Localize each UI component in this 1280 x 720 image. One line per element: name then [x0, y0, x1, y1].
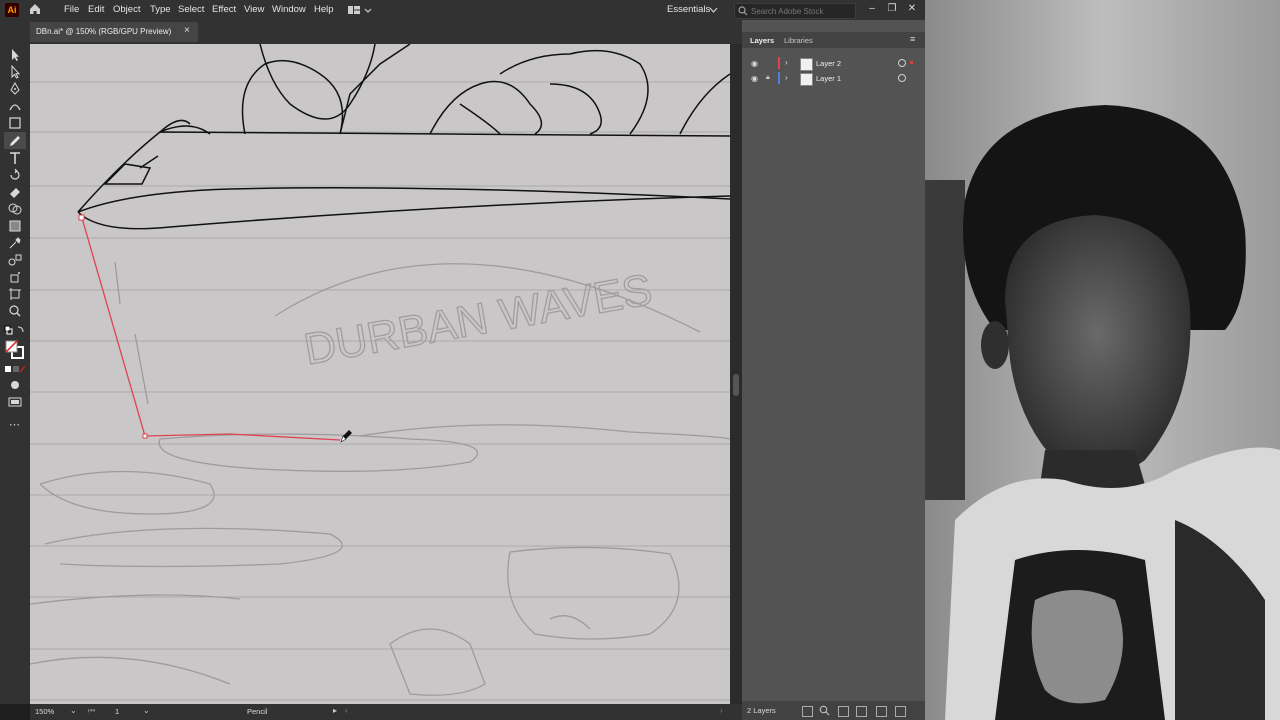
scroll-right-icon[interactable]: ›: [720, 706, 723, 715]
symbol-sprayer-tool-icon[interactable]: [7, 270, 23, 284]
selection-indicator[interactable]: [910, 61, 913, 64]
eraser-tool-icon[interactable]: [7, 185, 23, 199]
menu-object[interactable]: Object: [113, 4, 140, 15]
new-sublayer-icon[interactable]: [856, 706, 867, 717]
layer-target-icon[interactable]: [898, 59, 906, 67]
zoom-dropdown-icon[interactable]: ⌄: [70, 706, 77, 715]
menu-bar: Ai File Edit Object Type Select Effect V…: [0, 0, 925, 20]
layer-name[interactable]: Layer 1: [816, 74, 841, 83]
artboard-number[interactable]: 1: [115, 707, 119, 716]
arrange-documents-icon[interactable]: [346, 3, 372, 17]
curvature-tool-icon[interactable]: [7, 99, 23, 113]
layer-row-2[interactable]: ◉ › Layer 2: [742, 56, 925, 71]
menu-view[interactable]: View: [244, 4, 264, 15]
durban-waves-sketch: DURBAN WAVES: [300, 265, 655, 374]
chevron-down-icon[interactable]: [709, 6, 718, 14]
workspace-switcher[interactable]: Essentials: [667, 4, 710, 15]
direct-selection-tool-icon[interactable]: [7, 65, 23, 79]
type-tool-icon[interactable]: [7, 151, 23, 165]
screen-mode-icon[interactable]: [7, 395, 23, 409]
layer-color-bar: [778, 72, 780, 84]
pen-tool-icon[interactable]: [7, 82, 23, 96]
status-menu-arrow-icon[interactable]: ▸: [333, 706, 337, 715]
menu-edit[interactable]: Edit: [88, 4, 104, 15]
clipping-mask-icon[interactable]: [838, 706, 849, 717]
scroll-left-icon[interactable]: ‹: [345, 706, 348, 715]
gradient-tool-icon[interactable]: [7, 219, 23, 233]
document-title: DBn.ai* @ 150% (RGB/GPU Preview): [36, 27, 172, 36]
selection-tool-icon[interactable]: [7, 48, 23, 62]
delete-layer-icon[interactable]: [895, 706, 906, 717]
stock-search[interactable]: [734, 3, 856, 19]
minimize-icon[interactable]: –: [866, 3, 878, 15]
layer-thumbnail: [800, 73, 813, 86]
eye-icon[interactable]: ◉: [751, 59, 758, 68]
close-icon[interactable]: ✕: [906, 3, 918, 15]
eye-icon[interactable]: ◉: [751, 74, 758, 83]
rotate-tool-icon[interactable]: [7, 168, 23, 182]
close-tab-icon[interactable]: ×: [184, 25, 190, 36]
fill-stroke-swatch[interactable]: [5, 340, 25, 360]
search-input[interactable]: [751, 4, 851, 18]
document-tab[interactable]: DBn.ai* @ 150% (RGB/GPU Preview) ×: [30, 22, 198, 42]
default-colors-icon[interactable]: [4, 325, 26, 337]
layer-color-bar: [778, 57, 780, 69]
zoom-level[interactable]: 150%: [35, 707, 54, 716]
export-icon[interactable]: [802, 706, 813, 717]
color-mode-icon[interactable]: [4, 364, 26, 374]
artboard-tool-icon[interactable]: [7, 287, 23, 301]
webcam-overlay: [925, 0, 1280, 720]
new-layer-icon[interactable]: [876, 706, 887, 717]
chevron-right-icon[interactable]: ›: [785, 58, 788, 67]
restore-icon[interactable]: ❐: [886, 3, 898, 15]
layer-count: 2 Layers: [747, 706, 776, 715]
home-icon[interactable]: [28, 2, 42, 16]
artwork: DURBAN WAVES: [30, 44, 730, 701]
menu-file[interactable]: File: [64, 4, 79, 15]
blend-tool-icon[interactable]: [7, 253, 23, 267]
draw-mode-icon[interactable]: [7, 378, 23, 392]
menu-help[interactable]: Help: [314, 4, 334, 15]
layer-target-icon[interactable]: [898, 74, 906, 82]
pencil-tool-icon[interactable]: [7, 134, 23, 148]
panel-footer: 2 Layers: [742, 701, 925, 720]
menu-select[interactable]: Select: [178, 4, 204, 15]
layer-row-1[interactable]: ◉ 🔒︎ › Layer 1: [742, 71, 925, 86]
layer-name[interactable]: Layer 2: [816, 59, 841, 68]
status-bar: 150% ⌄ ⏮ 1 ⌄ Pencil ▸ ‹ ›: [30, 704, 742, 720]
layer-thumbnail: [800, 58, 813, 71]
panel-menu-icon[interactable]: ≡: [910, 34, 915, 44]
menu-window[interactable]: Window: [272, 4, 306, 15]
eyedropper-tool-icon[interactable]: [7, 236, 23, 250]
more-tools-icon[interactable]: ⋯: [9, 418, 20, 431]
current-tool-label: Pencil: [247, 707, 268, 716]
shape-builder-tool-icon[interactable]: [7, 202, 23, 216]
zoom-tool-icon[interactable]: [7, 304, 23, 318]
app-logo: Ai: [5, 3, 19, 17]
artboard-canvas[interactable]: DURBAN WAVES: [30, 44, 730, 704]
vertical-scrollbar[interactable]: [730, 44, 742, 704]
tab-libraries[interactable]: Libraries: [784, 36, 813, 45]
chevron-right-icon[interactable]: ›: [785, 73, 788, 82]
menu-type[interactable]: Type: [150, 4, 171, 15]
locate-object-icon[interactable]: [819, 705, 830, 716]
artboard-dropdown-icon[interactable]: ⌄: [143, 706, 150, 715]
layers-panel: Layers Libraries ≡ ◉ › Layer 2 ◉ 🔒︎ › La…: [742, 20, 925, 720]
search-icon: [738, 6, 748, 16]
lock-icon[interactable]: 🔒︎: [766, 74, 770, 82]
rectangle-tool-icon[interactable]: [7, 116, 23, 130]
menu-effect[interactable]: Effect: [212, 4, 236, 15]
first-artboard-icon[interactable]: ⏮: [88, 706, 95, 716]
tools-panel: ⋯: [0, 44, 30, 704]
tab-layers[interactable]: Layers: [750, 36, 774, 45]
presenter-video: [925, 0, 1280, 720]
scroll-thumb[interactable]: [733, 374, 739, 396]
